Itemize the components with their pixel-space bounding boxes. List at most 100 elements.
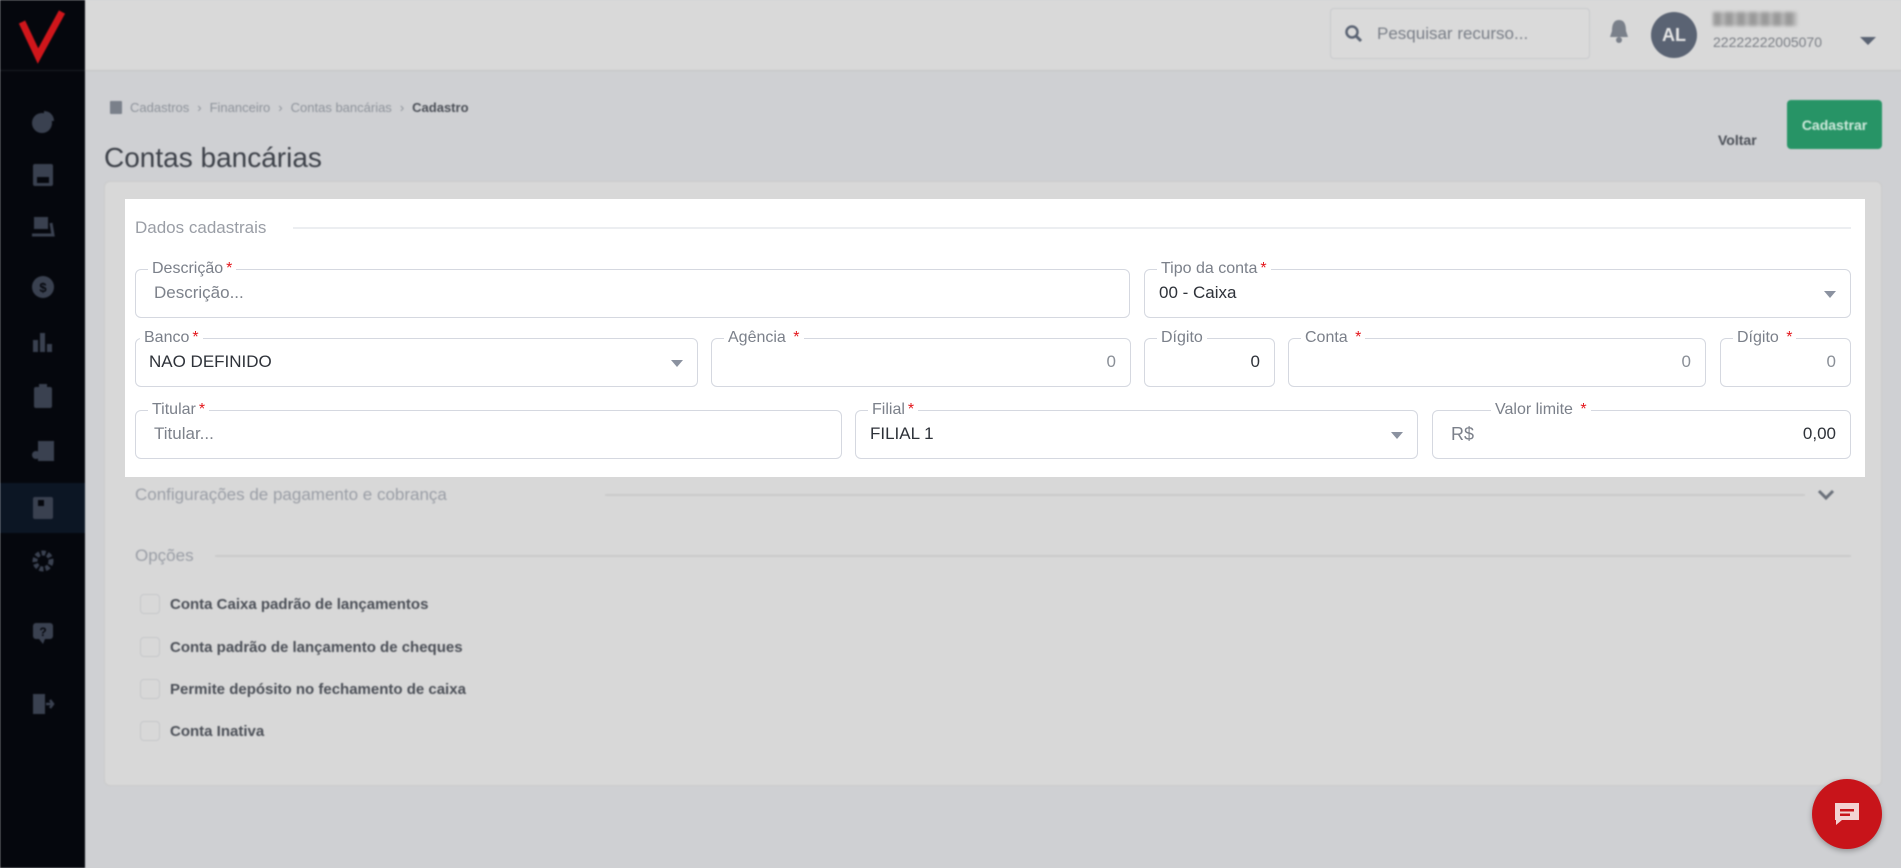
- user-code: 22222222005070: [1713, 34, 1823, 50]
- digito-agencia-value: 0: [1250, 352, 1260, 371]
- breadcrumb-item[interactable]: Financeiro: [210, 100, 271, 115]
- sidebar-item-cadastros[interactable]: [0, 483, 85, 533]
- section-title: Opções: [135, 546, 194, 565]
- breadcrumb-item[interactable]: Contas bancárias: [291, 100, 392, 115]
- option-checkbox[interactable]: Permite depósito no fechamento de caixa: [140, 679, 466, 699]
- conta-value: 0: [1681, 352, 1691, 371]
- required-mark: *: [1580, 401, 1587, 418]
- digito-conta-value: 0: [1826, 352, 1836, 371]
- clipboard-icon: [33, 384, 52, 408]
- gear-icon: [32, 550, 53, 572]
- conta-field[interactable]: Conta * 0: [1288, 328, 1706, 387]
- chat-button[interactable]: [1812, 779, 1882, 849]
- logo[interactable]: [0, 0, 85, 71]
- field-label: Descrição: [152, 260, 224, 277]
- caret-down-icon: [671, 360, 683, 367]
- required-mark: *: [907, 401, 915, 418]
- option-label: Conta Caixa padrão de lançamentos: [170, 595, 429, 613]
- book-icon: [32, 497, 53, 519]
- breadcrumb: Cadastros › Financeiro › Contas bancárias ›…: [110, 100, 469, 115]
- chat-icon: [1835, 803, 1859, 825]
- section-dados-cadastrais: Dados cadastrais: [135, 218, 1851, 238]
- sidebar-item-reports[interactable]: [0, 317, 85, 367]
- checkbox[interactable]: [140, 637, 160, 657]
- option-label: Permite depósito no fechamento de caixa: [170, 680, 466, 698]
- breadcrumb-current: Cadastro: [412, 100, 469, 115]
- field-label: Tipo da conta: [1161, 260, 1258, 277]
- field-label: Filial: [872, 401, 905, 418]
- option-checkbox[interactable]: Conta padrão de lançamento de cheques: [140, 637, 463, 657]
- checkbox[interactable]: [140, 679, 160, 699]
- sidebar-item-save[interactable]: [0, 150, 85, 200]
- checkbox[interactable]: [140, 721, 160, 741]
- option-checkbox[interactable]: Conta Inativa: [140, 721, 264, 741]
- notifications-button[interactable]: [1608, 18, 1630, 49]
- svg-text:$: $: [39, 280, 47, 295]
- agencia-value: 0: [1106, 352, 1116, 371]
- chevron-right-icon: ›: [399, 100, 405, 115]
- required-mark: *: [198, 401, 206, 418]
- floppy-icon: [32, 164, 53, 186]
- top-header: Pesquisar recurso... AL 22222222005070: [85, 0, 1901, 71]
- sidebar-item-clipboard[interactable]: [0, 371, 85, 421]
- svg-text:?: ?: [39, 625, 46, 639]
- option-label: Conta padrão de lançamento de cheques: [170, 638, 463, 656]
- search-input[interactable]: Pesquisar recurso...: [1330, 8, 1590, 59]
- section-payment-config[interactable]: Configurações de pagamento e cobrança: [135, 485, 1835, 505]
- banco-select[interactable]: Banco * NAO DEFINIDO: [135, 328, 698, 387]
- required-mark: *: [793, 329, 800, 346]
- book-icon: [110, 101, 122, 114]
- field-label: Agência: [728, 329, 786, 346]
- bar-chart-icon: [32, 333, 52, 352]
- digito-conta-field[interactable]: Dígito * 0: [1720, 328, 1851, 387]
- option-checkbox[interactable]: Conta Caixa padrão de lançamentos: [140, 594, 428, 614]
- filial-value: FILIAL 1: [870, 424, 934, 443]
- valor-limite-value: 0,00: [1802, 424, 1836, 443]
- section-title: Configurações de pagamento e cobrança: [135, 485, 447, 504]
- field-label: Dígito: [1161, 329, 1203, 346]
- avatar[interactable]: AL: [1651, 12, 1697, 58]
- titular-placeholder: Titular...: [154, 424, 214, 443]
- sidebar-item-help[interactable]: ?: [0, 608, 85, 658]
- search-icon: [1345, 24, 1363, 42]
- field-label: Titular: [152, 401, 196, 418]
- banco-value: NAO DEFINIDO: [149, 352, 272, 371]
- valor-limite-field[interactable]: Valor limite * R$ 0,00: [1432, 400, 1851, 459]
- sidebar-item-dashboard[interactable]: [0, 97, 85, 147]
- checkbox[interactable]: [140, 594, 160, 614]
- filial-select[interactable]: Filial * FILIAL 1: [855, 400, 1418, 459]
- section-options: Opções: [135, 546, 1851, 566]
- digito-agencia-field[interactable]: Dígito 0: [1144, 328, 1275, 387]
- dolly-icon: [31, 217, 55, 237]
- field-label: Valor limite: [1495, 401, 1573, 418]
- agencia-field[interactable]: Agência * 0: [711, 328, 1131, 387]
- required-mark: *: [192, 329, 199, 346]
- user-name-redacted: [1713, 12, 1797, 26]
- required-mark: *: [1786, 329, 1793, 346]
- tipo-conta-select[interactable]: Tipo da conta * 00 - Caixa: [1144, 259, 1851, 318]
- sidebar: $ ?: [0, 0, 85, 868]
- breadcrumb-item[interactable]: Cadastros: [130, 100, 189, 115]
- dollar-icon: $: [31, 276, 54, 298]
- chevron-right-icon: ›: [278, 100, 283, 115]
- field-label: Banco: [144, 329, 190, 346]
- chevron-down-icon[interactable]: [1817, 489, 1835, 501]
- sidebar-item-finance[interactable]: $: [0, 262, 85, 312]
- sidebar-item-logout[interactable]: [0, 679, 85, 729]
- help-icon: ?: [32, 623, 53, 644]
- back-button[interactable]: Voltar: [1718, 132, 1757, 148]
- sidebar-item-inventory[interactable]: [0, 202, 85, 252]
- pie-chart-icon: [31, 111, 54, 133]
- caret-down-icon: [1391, 432, 1403, 439]
- required-mark: *: [1355, 329, 1362, 346]
- descricao-field[interactable]: Descrição * Descrição...: [135, 259, 1130, 318]
- user-menu-caret-icon[interactable]: [1860, 37, 1876, 45]
- sidebar-item-documents[interactable]: [0, 427, 85, 477]
- tipo-conta-value: 00 - Caixa: [1159, 283, 1237, 302]
- titular-field[interactable]: Titular * Titular...: [135, 400, 842, 459]
- required-mark: *: [1260, 260, 1267, 277]
- sidebar-item-settings[interactable]: [0, 536, 85, 586]
- logout-icon: [32, 694, 55, 714]
- submit-button[interactable]: Cadastrar: [1787, 100, 1882, 149]
- currency-prefix: R$: [1451, 424, 1475, 444]
